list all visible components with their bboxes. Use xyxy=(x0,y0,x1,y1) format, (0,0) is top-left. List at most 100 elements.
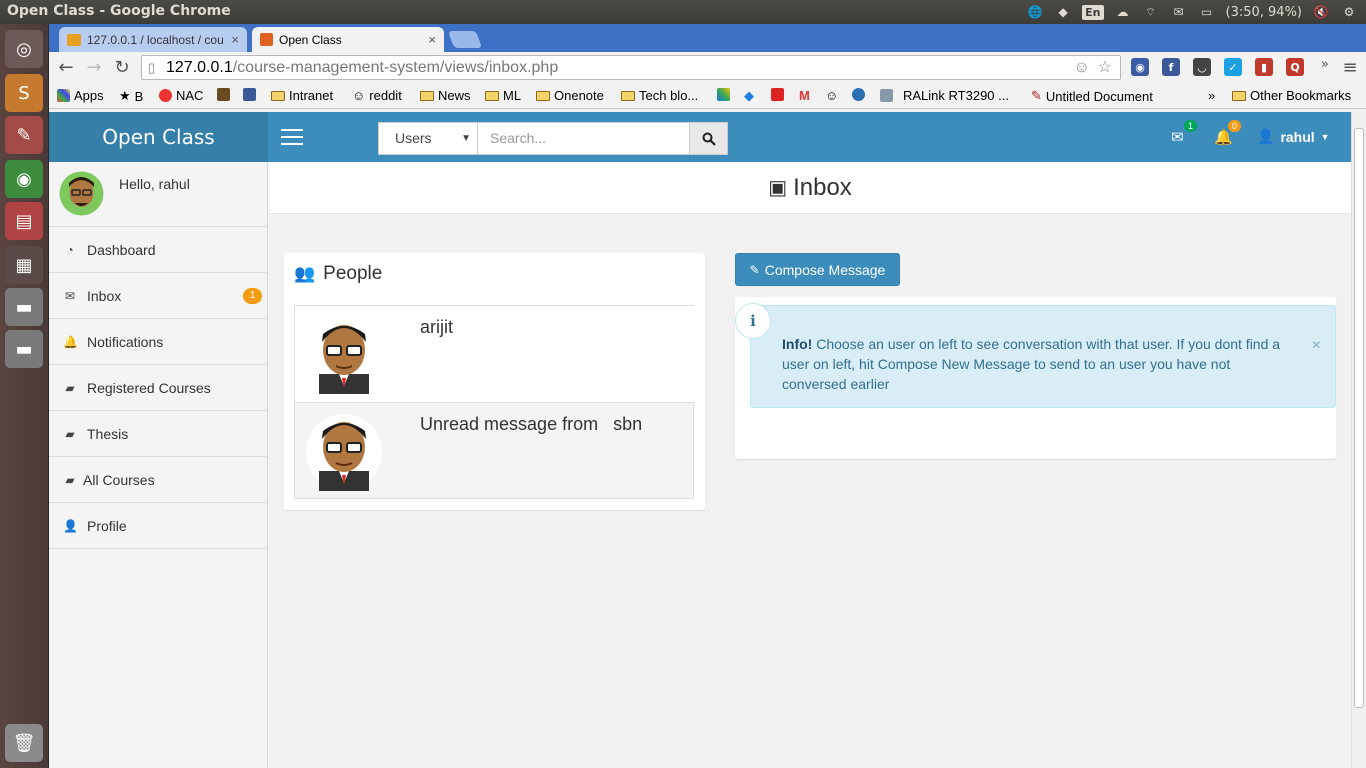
launcher: ◎ S ✎ ◉ ▤ ▦ ▬ ▬ 🗑 xyxy=(0,24,49,768)
apps-icon xyxy=(57,89,70,102)
bookmark-news[interactable]: News xyxy=(420,88,471,103)
users-icon: 👥 xyxy=(294,264,316,283)
nac-icon xyxy=(159,89,172,102)
drive-icon[interactable]: ▬ xyxy=(5,288,43,326)
bookmark-gmail[interactable]: M xyxy=(799,88,810,103)
sidebar-item-notifications[interactable]: 🔔 Notifications xyxy=(49,319,268,365)
bookmarks-more[interactable]: » xyxy=(1208,88,1215,103)
chrome-icon[interactable]: ◉ xyxy=(5,160,43,198)
bookmark-icon-only[interactable] xyxy=(217,88,230,101)
bookmark-ralink[interactable]: RALink RT3290 ... xyxy=(880,88,1009,103)
facebook-icon xyxy=(243,88,256,101)
bookmark-nac[interactable]: NAC xyxy=(159,88,203,103)
search-button[interactable] xyxy=(689,122,728,155)
gear-icon[interactable]: ⚙ xyxy=(1340,4,1358,20)
info-alert: Info! Choose an user on left to see conv… xyxy=(750,305,1336,408)
files-icon[interactable]: ▤ xyxy=(5,202,43,240)
volume-icon[interactable]: 🔇 xyxy=(1312,4,1330,20)
conversation-panel: Info! Choose an user on left to see conv… xyxy=(735,297,1336,459)
tab-open-class[interactable]: Open Class × xyxy=(252,27,444,52)
compose-message-button[interactable]: ✎ Compose Message xyxy=(735,253,900,286)
bookmark-b[interactable]: ★ B xyxy=(119,88,143,104)
back-icon[interactable]: ← xyxy=(55,57,77,78)
wifi-icon[interactable]: ⌔ xyxy=(1142,4,1160,20)
settings-icon[interactable]: ✎ xyxy=(5,116,43,154)
sidebar-item-inbox[interactable]: ✉ Inbox 1 xyxy=(49,273,268,319)
bookmark-apps[interactable]: Apps xyxy=(57,88,104,103)
sidebar-toggle-icon[interactable] xyxy=(281,129,303,145)
sublime-icon[interactable]: S xyxy=(5,74,43,112)
bookmark-reddit-2[interactable]: ☺ xyxy=(825,88,838,103)
search-input[interactable]: Search... xyxy=(478,122,690,155)
bookmark-drive[interactable] xyxy=(717,88,730,101)
window-title: Open Class - Google Chrome xyxy=(7,3,231,19)
check-ext-icon[interactable]: ✓ xyxy=(1224,58,1242,76)
reddit-ext-icon[interactable]: ☺ xyxy=(1074,56,1090,79)
reload-icon[interactable]: ↻ xyxy=(111,57,133,78)
sidebar-item-thesis[interactable]: ▰ Thesis xyxy=(49,411,268,457)
drive-icon[interactable]: ▬ xyxy=(5,330,43,368)
bookmark-untitled[interactable]: ✎ Untitled Document xyxy=(1031,88,1153,104)
facebook-ext-icon[interactable]: f xyxy=(1162,58,1180,76)
bookmark-reddit[interactable]: ☺ reddit xyxy=(352,88,402,103)
phpmyadmin-icon xyxy=(67,33,81,46)
drive-icon xyxy=(717,88,730,101)
new-tab-button[interactable] xyxy=(447,31,483,48)
avatar xyxy=(306,414,382,491)
pocket-ext-icon[interactable]: ◡ xyxy=(1193,58,1211,76)
caret-down-icon: ▼ xyxy=(461,133,471,144)
sidebar: Hello, rahul ◔ Dashboard ✉ Inbox 1 🔔 Notific… xyxy=(49,162,268,768)
globe-icon[interactable]: 🌐 xyxy=(1026,4,1044,20)
search-type-select[interactable]: Users ▼ xyxy=(378,122,478,155)
youtube-icon xyxy=(771,88,784,101)
page-icon: ▯ xyxy=(148,60,156,75)
ubuntu-dash-icon[interactable]: ◎ xyxy=(5,30,43,68)
star-icon[interactable]: ☆ xyxy=(1098,56,1112,79)
list-item[interactable]: arijit xyxy=(294,305,694,402)
bookmark-ml[interactable]: ML xyxy=(485,88,521,103)
close-icon[interactable]: × xyxy=(1312,336,1321,356)
forward-icon[interactable]: → xyxy=(83,57,105,78)
dropbox-icon[interactable]: ◆ xyxy=(1054,4,1072,20)
bookmark-intranet[interactable]: Intranet xyxy=(271,88,333,103)
scrollbar-thumb[interactable] xyxy=(1354,128,1364,708)
workspace-icon[interactable]: ▦ xyxy=(5,246,43,284)
pencil-icon: ✎ xyxy=(749,262,760,277)
brand-logo[interactable]: Open Class xyxy=(49,112,268,162)
page-scrollbar[interactable] xyxy=(1351,112,1366,768)
bookmark-youtube[interactable] xyxy=(771,88,784,101)
other-bookmarks[interactable]: Other Bookmarks xyxy=(1232,88,1351,103)
tab-phpmyadmin[interactable]: 127.0.0.1 / localhost / cou × xyxy=(59,27,247,52)
close-tab-icon[interactable]: × xyxy=(428,32,436,47)
menu-icon[interactable]: ≡ xyxy=(1339,57,1361,78)
envelope-icon[interactable]: ✉ xyxy=(1171,128,1184,146)
address-bar[interactable]: ▯ 127.0.0.1/course-management-system/vie… xyxy=(141,55,1121,80)
people-heading: 👥 People xyxy=(294,263,383,284)
list-item[interactable]: Unread message from sbn xyxy=(294,402,694,499)
greeting: Hello, rahul xyxy=(119,176,190,192)
reddit-icon: ☺ xyxy=(825,88,839,103)
sidebar-item-dashboard[interactable]: ◔ Dashboard xyxy=(49,227,268,273)
bookmark-onenote[interactable]: Onenote xyxy=(536,88,604,103)
keyboard-layout[interactable]: En xyxy=(1082,4,1104,20)
bookmark-c[interactable] xyxy=(852,88,865,101)
battery-icon[interactable]: ▭ xyxy=(1198,4,1216,20)
user-menu[interactable]: 👤 rahul ▼ xyxy=(1257,128,1330,145)
book-icon: ▰ xyxy=(65,426,75,441)
bookmark-ext-icon[interactable]: ▮ xyxy=(1255,58,1273,76)
battery-status[interactable]: (3:50, 94%) xyxy=(1226,5,1303,20)
bookmark-tech-blogs[interactable]: Tech blo... xyxy=(621,88,698,103)
globe-ext-icon[interactable]: ◉ xyxy=(1131,58,1149,76)
mail-icon[interactable]: ✉ xyxy=(1170,4,1188,20)
bookmark-facebook[interactable] xyxy=(243,88,256,101)
sidebar-item-registered-courses[interactable]: ▰ Registered Courses xyxy=(49,365,268,411)
sidebar-item-profile[interactable]: 👤 Profile xyxy=(49,503,268,549)
sidebar-item-all-courses[interactable]: ▰ All Courses xyxy=(49,457,268,503)
extensions-more-icon[interactable]: » xyxy=(1314,57,1336,72)
close-tab-icon[interactable]: × xyxy=(231,32,239,47)
trash-icon[interactable]: 🗑 xyxy=(5,724,43,762)
cloud-icon[interactable]: ☁ xyxy=(1114,4,1132,20)
bookmark-dropbox[interactable]: ◆ xyxy=(744,88,754,104)
quora-ext-icon[interactable]: Q xyxy=(1286,58,1304,76)
page-header: ▣ Inbox xyxy=(269,162,1351,214)
